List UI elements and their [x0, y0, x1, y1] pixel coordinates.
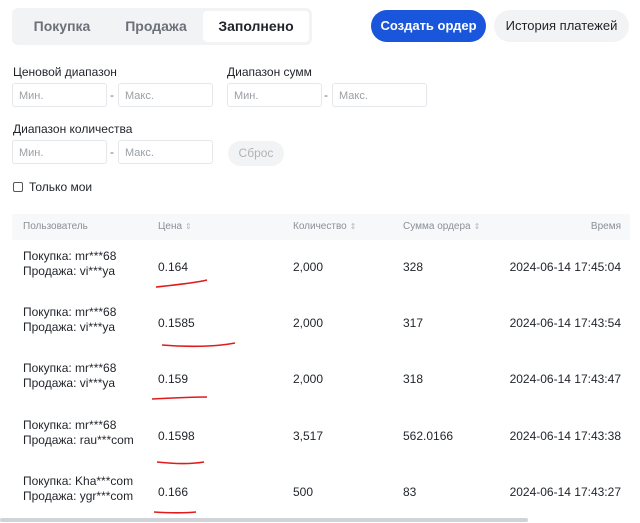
red-underline: [153, 511, 197, 514]
red-underline: [155, 279, 208, 288]
horizontal-scrollbar[interactable]: [0, 518, 528, 522]
red-underline: [156, 461, 205, 465]
red-underline: [161, 342, 236, 348]
red-underline: [151, 396, 208, 400]
annotation-overlay: [151, 279, 236, 514]
